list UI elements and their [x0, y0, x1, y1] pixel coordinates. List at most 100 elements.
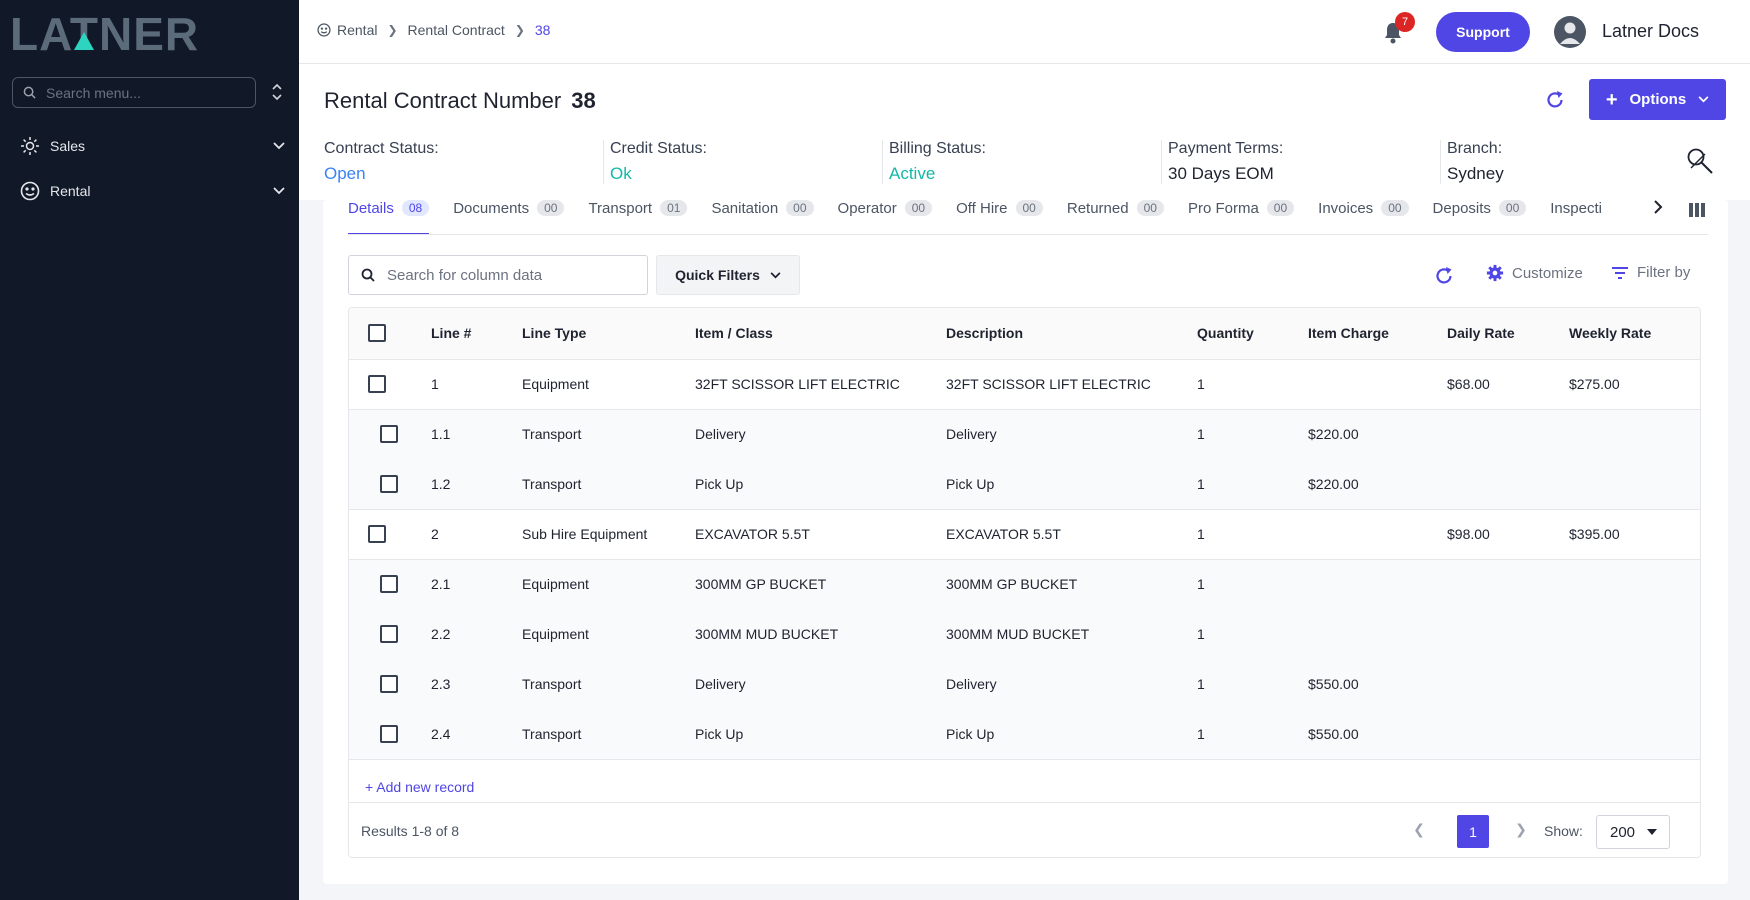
tab-scroll-right-button[interactable] — [1653, 200, 1671, 220]
row-checkbox[interactable] — [380, 625, 398, 644]
sidebar-item-sales[interactable]: Sales — [20, 132, 285, 160]
tab-transport[interactable]: Transport 01 — [588, 200, 688, 234]
tab-off-hire[interactable]: Off Hire 00 — [956, 200, 1043, 234]
cell-item-class: Pick Up — [695, 459, 946, 510]
sidebar-search — [12, 77, 256, 108]
next-page-button[interactable]: ❯ — [1511, 821, 1531, 841]
cell-daily-rate — [1447, 709, 1569, 760]
cell-line-type: Transport — [522, 459, 695, 510]
refresh-icon[interactable] — [1544, 89, 1566, 111]
col-header-line[interactable]: Line # — [431, 308, 522, 360]
status-value: 30 Days EOM — [1168, 164, 1274, 183]
column-search-input[interactable] — [387, 266, 627, 284]
tab-label: Off Hire — [956, 200, 1008, 217]
cell-item-class: Delivery — [695, 409, 946, 459]
options-button[interactable]: + Options — [1589, 79, 1726, 120]
refresh-table-icon[interactable] — [1433, 265, 1455, 287]
row-checkbox[interactable] — [368, 375, 386, 394]
table-row[interactable]: 1.1 Transport Delivery Delivery 1 $220.0… — [349, 409, 1700, 459]
tab-invoices[interactable]: Invoices 00 — [1318, 200, 1409, 234]
plus-icon: + — [1605, 88, 1618, 111]
cell-item-charge — [1308, 609, 1447, 659]
col-header-item-class[interactable]: Item / Class — [695, 308, 946, 360]
col-header-daily-rate[interactable]: Daily Rate — [1447, 308, 1569, 360]
col-header-weekly-rate[interactable]: Weekly Rate — [1569, 308, 1700, 360]
cell-description: Delivery — [946, 409, 1197, 459]
row-select-cell — [349, 559, 431, 609]
prev-page-button[interactable]: ❮ — [1409, 821, 1429, 841]
cell-line: 2.1 — [431, 559, 522, 609]
row-checkbox[interactable] — [380, 474, 398, 493]
table-row[interactable]: 2.2 Equipment 300MM MUD BUCKET 300MM MUD… — [349, 609, 1700, 659]
page-size-select[interactable]: 200 — [1596, 815, 1670, 849]
tab-label: Deposits — [1432, 200, 1491, 217]
tab-deposits[interactable]: Deposits 00 — [1432, 200, 1527, 234]
table-row[interactable]: 2.4 Transport Pick Up Pick Up 1 $550.00 — [349, 709, 1700, 760]
table-row[interactable]: 1.2 Transport Pick Up Pick Up 1 $220.00 — [349, 459, 1700, 510]
sidebar-item-rental[interactable]: Rental — [20, 177, 285, 205]
add-new-record-link[interactable]: + Add new record — [365, 779, 474, 795]
support-button[interactable]: Support — [1436, 12, 1530, 52]
filter-by-button[interactable]: Filter by — [1611, 264, 1690, 281]
tab-sanitation[interactable]: Sanitation 00 — [711, 200, 814, 234]
collapse-sidebar-button[interactable] — [268, 80, 286, 104]
col-header-line-type[interactable]: Line Type — [522, 308, 695, 360]
tab-label: Details — [348, 200, 394, 217]
cell-description: EXCAVATOR 5.5T — [946, 509, 1197, 560]
chevron-down-icon — [1698, 96, 1709, 103]
row-checkbox[interactable] — [380, 675, 398, 694]
row-select-cell — [349, 609, 431, 659]
cell-weekly-rate — [1569, 609, 1700, 659]
tab-inspections[interactable]: Inspecti — [1550, 200, 1602, 234]
status-credit: Credit Status: Ok — [603, 140, 882, 184]
table-row[interactable]: 2.3 Transport Delivery Delivery 1 $550.0… — [349, 659, 1700, 709]
row-checkbox[interactable] — [380, 724, 398, 743]
row-checkbox[interactable] — [380, 575, 398, 594]
search-icon — [361, 268, 375, 282]
tab-documents[interactable]: Documents 00 — [453, 200, 565, 234]
cell-line: 1.2 — [431, 459, 522, 510]
line-items-table: Line # Line Type Item / Class Descriptio… — [348, 307, 1701, 858]
col-header-item-charge[interactable]: Item Charge — [1308, 308, 1447, 360]
cell-weekly-rate — [1569, 659, 1700, 709]
col-header-quantity[interactable]: Quantity — [1197, 308, 1308, 360]
tab-returned[interactable]: Returned 00 — [1067, 200, 1164, 234]
select-all-checkbox[interactable] — [368, 324, 386, 343]
tab-count-badge: 01 — [660, 200, 688, 216]
breadcrumb-rental-contract[interactable]: Rental Contract — [408, 22, 505, 38]
status-branch: Branch: Sydney — [1440, 140, 1719, 184]
details-card: Details 08 Documents 00 Transport 01 Sanita… — [323, 200, 1728, 884]
col-header-description[interactable]: Description — [946, 308, 1197, 360]
cell-daily-rate — [1447, 559, 1569, 609]
row-checkbox[interactable] — [380, 425, 398, 444]
customize-button[interactable]: Customize — [1486, 264, 1583, 282]
page-number-button[interactable]: 1 — [1457, 815, 1489, 848]
columns-icon[interactable] — [1688, 200, 1706, 220]
cell-quantity: 1 — [1197, 459, 1308, 510]
cell-line: 2.4 — [431, 709, 522, 760]
quick-filters-button[interactable]: Quick Filters — [656, 255, 800, 295]
sidebar-search-input[interactable] — [46, 84, 236, 101]
chevron-right-icon: ❯ — [514, 23, 525, 37]
table-row[interactable]: 2.1 Equipment 300MM GP BUCKET 300MM GP B… — [349, 559, 1700, 609]
avatar[interactable] — [1554, 16, 1586, 48]
rental-icon — [317, 23, 331, 37]
cell-line-type: Equipment — [522, 609, 695, 659]
top-bar: Rental ❯ Rental Contract ❯ 38 7 Support … — [299, 0, 1750, 64]
notification-count-badge: 7 — [1395, 12, 1415, 32]
tab-operator[interactable]: Operator 00 — [838, 200, 933, 234]
latner-logo[interactable]: LATNER — [10, 12, 280, 54]
search-document-icon[interactable] — [1685, 146, 1715, 176]
tab-count-badge: 00 — [1498, 200, 1527, 216]
table-row[interactable]: 2 Sub Hire Equipment EXCAVATOR 5.5T EXCA… — [349, 509, 1700, 560]
table-row[interactable]: 1 Equipment 32FT SCISSOR LIFT ELECTRIC 3… — [349, 359, 1700, 410]
row-checkbox[interactable] — [368, 525, 386, 544]
cell-weekly-rate: $395.00 — [1569, 509, 1700, 560]
breadcrumb: Rental ❯ Rental Contract ❯ 38 — [317, 22, 550, 38]
tab-pro-forma[interactable]: Pro Forma 00 — [1188, 200, 1295, 234]
cell-description: Delivery — [946, 659, 1197, 709]
cell-daily-rate — [1447, 659, 1569, 709]
tab-details[interactable]: Details 08 — [348, 200, 430, 234]
user-name[interactable]: Latner Docs — [1602, 21, 1699, 42]
breadcrumb-rental[interactable]: Rental — [337, 22, 377, 38]
